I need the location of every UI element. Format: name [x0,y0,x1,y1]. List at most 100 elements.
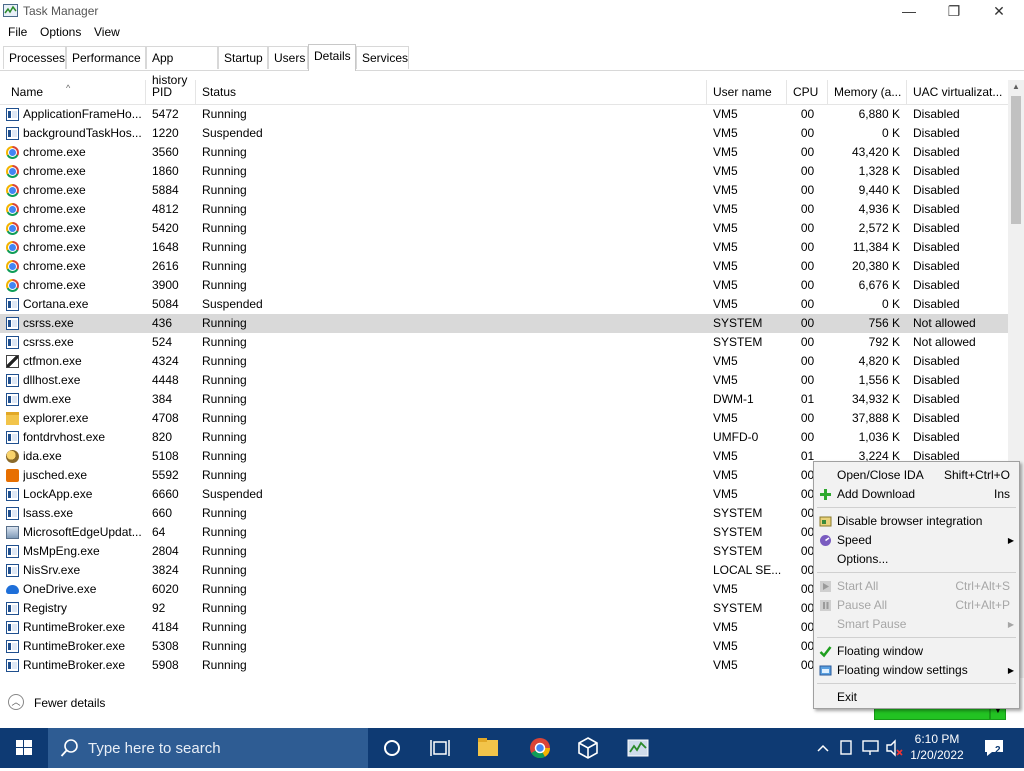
app-window-icon [6,659,19,672]
file-explorer-icon[interactable] [464,728,512,768]
close-button[interactable]: ✕ [976,0,1022,22]
menu-item-label: Exit [837,690,858,704]
menu-item-smart-pause: Smart Pause ▶ [814,615,1019,634]
cell-pid: 5108 [152,449,179,463]
virtualbox-icon[interactable] [564,728,612,768]
submenu-arrow-icon: ▶ [1007,620,1014,629]
menu-item-open-close-ida[interactable]: Open/Close IDA Shift+Ctrl+O [814,466,1019,485]
process-name: explorer.exe [23,411,89,425]
column-header-uac-virtualization[interactable]: UAC virtualizat... [907,80,1008,104]
menu-item-floating-window[interactable]: Floating window [814,642,1019,661]
cell-pid: 1860 [152,164,179,178]
cell-user: VM5 [713,183,738,197]
cell-uac: Disabled [913,202,960,216]
table-row[interactable]: ApplicationFrameHo... 5472 Running VM5 00 6,8… [0,105,1008,124]
title-bar: Task Manager — ❐ ✕ [0,0,1024,22]
menu-item-floating-window-settings[interactable]: Floating window settings ▶ [814,661,1019,680]
cell-status: Running [202,601,247,615]
table-row[interactable]: ctfmon.exe 4324 Running VM5 00 4,820 K Disable… [0,352,1008,371]
tab-services[interactable]: Services [356,46,409,69]
table-row[interactable]: backgroundTaskHos... 1220 Suspended VM5 00 0 … [0,124,1008,143]
table-row[interactable]: explorer.exe 4708 Running VM5 00 37,888 K Disa… [0,409,1008,428]
cell-pid: 4812 [152,202,179,216]
menu-options[interactable]: Options [40,25,81,39]
action-center-button[interactable]: 2 [982,736,1006,760]
cell-cpu: 00 [800,297,815,311]
task-manager-icon[interactable] [614,728,662,768]
cell-cpu: 00 [800,221,815,235]
column-header-memory[interactable]: Memory (a... [828,80,907,104]
menu-item-options[interactable]: Options... [814,550,1019,569]
cell-user: VM5 [713,259,738,273]
task-view-icon[interactable] [416,728,464,768]
cell-mem: 34,932 K [851,392,900,406]
start-button[interactable] [0,728,48,768]
menu-view[interactable]: View [94,25,120,39]
cell-user: UMFD-0 [713,430,759,444]
table-row[interactable]: fontdrvhost.exe 820 Running UMFD-0 00 1,036 K… [0,428,1008,447]
table-row[interactable]: chrome.exe 3560 Running VM5 00 43,420 K Disabl… [0,143,1008,162]
edge-update-icon [6,526,19,539]
column-header-name[interactable]: ^ Name [0,80,146,104]
table-row[interactable]: csrss.exe 524 Running SYSTEM 00 792 K Not allo… [0,333,1008,352]
process-name: chrome.exe [23,240,86,254]
menu-item-pause-all: Pause All Ctrl+Alt+P [814,596,1019,615]
tab-details[interactable]: Details [308,44,356,71]
show-hidden-icons-icon[interactable] [814,728,832,768]
scrollbar-thumb[interactable] [1011,96,1021,224]
scroll-up-icon[interactable]: ▲ [1008,82,1024,91]
cell-uac: Disabled [913,164,960,178]
cell-pid: 4324 [152,354,179,368]
table-row[interactable]: chrome.exe 5884 Running VM5 00 9,440 K Disable… [0,181,1008,200]
cortana-icon[interactable] [368,728,416,768]
table-row[interactable]: csrss.exe 436 Running SYSTEM 00 756 K Not allo… [0,314,1008,333]
taskbar-clock[interactable]: 6:10 PM 1/20/2022 [904,731,970,763]
table-row[interactable]: dwm.exe 384 Running DWM-1 01 34,932 K Disabled [0,390,1008,409]
taskbar-search-box[interactable]: Type here to search [48,728,368,768]
cell-status: Running [202,145,247,159]
cell-uac: Disabled [913,183,960,197]
cell-cpu: 00 [800,202,815,216]
onedrive-icon [6,585,19,594]
restore-button[interactable]: ❐ [931,0,977,22]
table-row[interactable]: chrome.exe 5420 Running VM5 00 2,572 K Disable… [0,219,1008,238]
table-row[interactable]: chrome.exe 3900 Running VM5 00 6,676 K Disable… [0,276,1008,295]
table-row[interactable]: chrome.exe 1860 Running VM5 00 1,328 K Disable… [0,162,1008,181]
menu-item-speed[interactable]: Speed ▶ [814,531,1019,550]
menu-item-disable-browser-integration[interactable]: Disable browser integration [814,512,1019,531]
column-header-user-name[interactable]: User name [707,80,787,104]
tablet-icon[interactable] [836,728,856,768]
cell-user: VM5 [713,164,738,178]
sort-ascending-icon: ^ [66,83,71,93]
cell-user: VM5 [713,202,738,216]
tab-startup[interactable]: Startup [218,46,268,69]
cell-user: SYSTEM [713,525,763,539]
menu-item-exit[interactable]: Exit [814,688,1019,707]
cell-status: Running [202,449,247,463]
volume-muted-icon[interactable] [884,728,904,768]
process-name: chrome.exe [23,183,86,197]
table-row[interactable]: dllhost.exe 4448 Running VM5 00 1,556 K Disabl… [0,371,1008,390]
column-header-pid[interactable]: PID [146,80,196,104]
process-name: ctfmon.exe [23,354,82,368]
tab-users[interactable]: Users [268,46,308,69]
tab-processes[interactable]: Processes [3,46,66,69]
table-row[interactable]: chrome.exe 2616 Running VM5 00 20,380 K Disabl… [0,257,1008,276]
menu-item-add-download[interactable]: Add Download Ins [814,485,1019,504]
cell-user: DWM-1 [713,392,754,406]
table-row[interactable]: chrome.exe 4812 Running VM5 00 4,936 K Disable… [0,200,1008,219]
menu-file[interactable]: File [8,25,27,39]
network-icon[interactable] [860,728,882,768]
tab-performance[interactable]: Performance [66,46,146,69]
cell-cpu: 00 [800,240,815,254]
column-header-status[interactable]: Status [196,80,707,104]
column-header-cpu[interactable]: CPU [787,80,828,104]
tab-app-history[interactable]: App history [146,46,218,87]
cell-uac: Disabled [913,221,960,235]
chrome-icon[interactable] [512,728,560,768]
table-row[interactable]: Cortana.exe 5084 Suspended VM5 00 0 K Disabled [0,295,1008,314]
table-row[interactable]: chrome.exe 1648 Running VM5 00 11,384 K Disabl… [0,238,1008,257]
process-name: dllhost.exe [23,373,81,387]
window-title: Task Manager [23,4,99,18]
minimize-button[interactable]: — [886,0,932,22]
